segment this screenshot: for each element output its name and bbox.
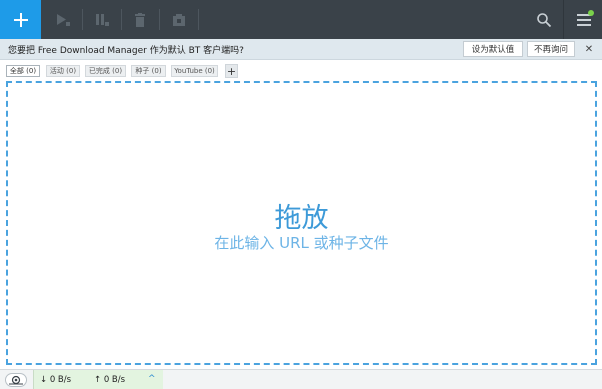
download-speed: ↓ 0 B/s	[40, 375, 72, 385]
plus-icon	[13, 12, 28, 27]
tab-all[interactable]: 全部 (0)	[6, 65, 40, 77]
add-download-button[interactable]	[0, 0, 41, 39]
bt-prompt-text: 您要把 Free Download Manager 作为默认 BT 客户端吗?	[8, 46, 244, 56]
toolbar-divider	[198, 9, 199, 30]
add-tab-button[interactable]: +	[225, 64, 238, 78]
main-toolbar	[0, 0, 602, 39]
snail-icon	[9, 375, 23, 385]
tab-completed[interactable]: 已完成 (0)	[85, 65, 126, 77]
resume-button[interactable]	[44, 0, 81, 39]
drop-zone-title: 拖放	[274, 203, 329, 234]
dont-ask-again-button[interactable]: 不再询问	[527, 41, 575, 57]
drop-zone[interactable]: 拖放 在此输入 URL 或种子文件	[6, 81, 597, 365]
upload-speed: ↑ 0 B/s	[94, 375, 126, 385]
search-button[interactable]	[526, 0, 562, 39]
filter-tabs: 全部 (0) 活动 (0) 已完成 (0) 种子 (0) YouTube (0)…	[0, 61, 602, 80]
tab-active[interactable]: 活动 (0)	[46, 65, 80, 77]
chevron-up-icon[interactable]: ^	[148, 374, 156, 384]
main-menu-button[interactable]	[566, 0, 602, 39]
resume-icon	[56, 13, 70, 26]
set-default-button[interactable]: 设为默认值	[463, 41, 523, 57]
tab-youtube[interactable]: YouTube (0)	[171, 65, 218, 77]
delete-button[interactable]	[121, 0, 158, 39]
status-bar: ↓ 0 B/s ↑ 0 B/s ^	[0, 369, 602, 389]
bt-default-prompt-bar: 您要把 Free Download Manager 作为默认 BT 客户端吗? …	[0, 39, 602, 60]
notification-dot	[588, 10, 594, 16]
move-button[interactable]	[160, 0, 197, 39]
pause-button[interactable]	[83, 0, 120, 39]
close-prompt-button[interactable]: ✕	[583, 42, 595, 56]
delete-icon	[134, 12, 145, 27]
move-icon	[172, 13, 185, 26]
search-icon	[537, 12, 552, 27]
speed-indicator[interactable]: ↓ 0 B/s ↑ 0 B/s ^	[33, 370, 163, 389]
tab-torrents[interactable]: 种子 (0)	[131, 65, 166, 77]
speed-mode-button[interactable]	[5, 373, 27, 387]
pause-icon	[95, 13, 109, 26]
toolbar-divider	[563, 0, 564, 39]
drop-zone-hint: 在此输入 URL 或种子文件	[214, 234, 389, 252]
